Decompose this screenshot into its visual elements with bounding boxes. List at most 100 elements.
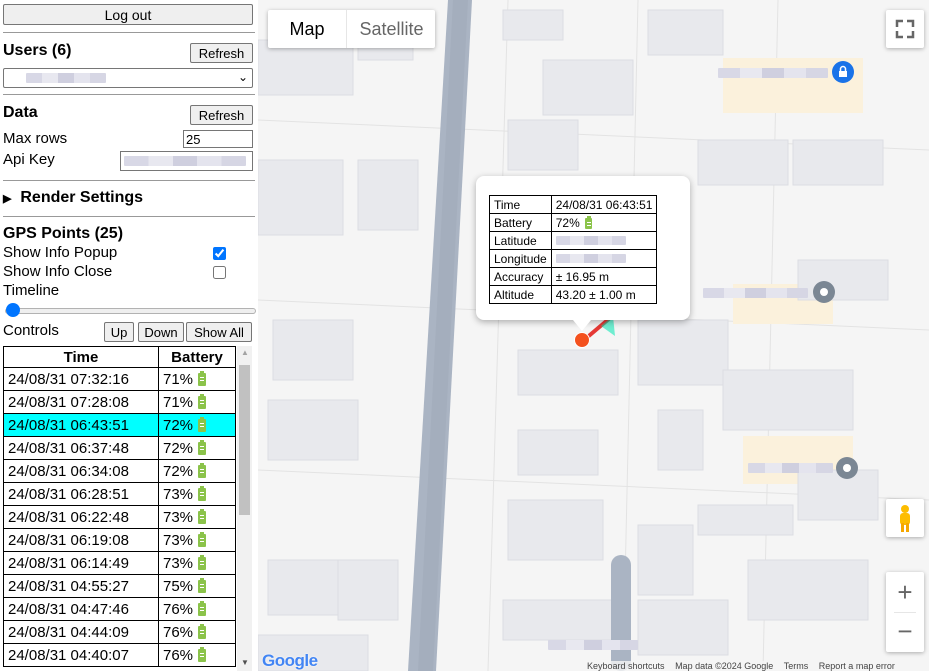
row-battery-cell[interactable]: 76% — [158, 643, 236, 667]
row-battery: 73% — [163, 485, 194, 503]
data-title: Data — [3, 104, 38, 121]
terms-link[interactable]: Terms — [784, 661, 809, 671]
row-battery-cell[interactable]: 73% — [158, 482, 236, 506]
table-row[interactable]: 24/08/31 06:19:08 73% — [3, 528, 236, 552]
popup-latitude-label: Latitude — [489, 231, 552, 250]
render-settings-toggle[interactable]: ▶ Render Settings — [3, 189, 143, 207]
zoom-out-icon[interactable]: − — [886, 612, 924, 652]
column-header-time[interactable]: Time — [3, 346, 159, 368]
timeline-slider[interactable] — [5, 303, 256, 317]
row-battery-cell[interactable]: 72% — [158, 459, 236, 483]
show-info-popup-checkbox[interactable] — [213, 247, 226, 260]
row-battery: 71% — [163, 370, 194, 388]
map-type-map-button[interactable]: Map — [268, 10, 346, 48]
divider — [3, 32, 255, 33]
table-row[interactable]: 24/08/31 06:28:51 73% — [3, 482, 236, 506]
row-battery-cell[interactable]: 73% — [158, 528, 236, 552]
table-row[interactable]: 24/08/31 06:43:51 72% — [3, 413, 236, 437]
row-time[interactable]: 24/08/31 06:37:48 — [3, 436, 159, 460]
map-data-attribution: Map data ©2024 Google — [675, 661, 774, 671]
logout-button[interactable]: Log out — [3, 4, 253, 25]
redacted-latitude — [555, 235, 626, 245]
zoom-in-icon[interactable]: + — [886, 572, 924, 612]
scrollbar-thumb[interactable] — [239, 365, 250, 515]
info-popup-table: Time 24/08/31 06:43:51 Battery 72% Latitud… — [489, 195, 658, 304]
battery-icon — [198, 462, 207, 478]
show-info-close-label: Show Info Close — [3, 263, 113, 280]
row-battery-cell[interactable]: 72% — [158, 413, 236, 437]
table-row[interactable]: 24/08/31 07:28:08 71% — [3, 390, 236, 414]
row-time[interactable]: 24/08/31 06:14:49 — [3, 551, 159, 575]
pegman-icon — [900, 505, 910, 532]
row-battery: 72% — [163, 416, 194, 434]
scroll-down-arrow-icon[interactable]: ▼ — [241, 658, 249, 667]
column-header-battery[interactable]: Battery — [158, 346, 236, 368]
row-battery: 75% — [163, 577, 194, 595]
row-time[interactable]: 24/08/31 07:32:16 — [3, 367, 159, 391]
map[interactable]: Map Satellite + − Google Keyboard shortc… — [258, 0, 929, 671]
max-rows-input[interactable] — [183, 130, 253, 148]
row-time[interactable]: 24/08/31 04:47:46 — [3, 597, 159, 621]
row-time[interactable]: 24/08/31 06:22:48 — [3, 505, 159, 529]
show-info-close-checkbox[interactable] — [213, 266, 226, 279]
table-row[interactable]: 24/08/31 04:55:27 75% — [3, 574, 236, 598]
render-settings-label: Render Settings — [20, 189, 144, 206]
table-row[interactable]: 24/08/31 04:40:07 76% — [3, 643, 236, 667]
users-title: Users (6) — [3, 42, 72, 59]
table-row[interactable]: 24/08/31 06:22:48 73% — [3, 505, 236, 529]
map-type-satellite-button[interactable]: Satellite — [346, 10, 436, 48]
row-battery-cell[interactable]: 75% — [158, 574, 236, 598]
user-select[interactable]: ⌄ — [3, 68, 253, 88]
row-battery-cell[interactable]: 76% — [158, 597, 236, 621]
row-time[interactable]: 24/08/31 06:34:08 — [3, 459, 159, 483]
street-view-pegman[interactable] — [886, 499, 924, 537]
report-map-error-link[interactable]: Report a map error — [819, 661, 895, 671]
redacted-user — [26, 73, 106, 83]
row-time[interactable]: 24/08/31 06:19:08 — [3, 528, 159, 552]
battery-icon — [198, 485, 207, 501]
battery-icon — [198, 508, 207, 524]
popup-time-label: Time — [489, 195, 552, 214]
row-battery-cell[interactable]: 73% — [158, 551, 236, 575]
up-button[interactable]: Up — [104, 322, 134, 342]
place-marker-icon[interactable] — [836, 457, 858, 479]
slider-thumb[interactable] — [6, 303, 20, 317]
row-time[interactable]: 24/08/31 06:43:51 — [3, 413, 159, 437]
api-key-input[interactable] — [120, 151, 253, 171]
battery-icon — [198, 531, 207, 547]
popup-altitude-value: 43.20 ± 1.00 m — [550, 285, 658, 304]
table-row[interactable]: 24/08/31 06:34:08 72% — [3, 459, 236, 483]
place-marker-icon[interactable] — [813, 281, 835, 303]
row-battery: 76% — [163, 600, 194, 618]
row-time[interactable]: 24/08/31 04:44:09 — [3, 620, 159, 644]
table-row[interactable]: 24/08/31 04:44:09 76% — [3, 620, 236, 644]
battery-icon — [198, 623, 207, 639]
gps-point-marker[interactable] — [574, 332, 590, 348]
row-battery: 71% — [163, 393, 194, 411]
lock-poi-icon[interactable] — [832, 61, 854, 83]
fullscreen-button[interactable] — [886, 10, 924, 48]
row-battery-cell[interactable]: 76% — [158, 620, 236, 644]
data-refresh-button[interactable]: Refresh — [190, 105, 253, 125]
table-row[interactable]: 24/08/31 07:32:16 71% — [3, 367, 236, 391]
row-time[interactable]: 24/08/31 07:28:08 — [3, 390, 159, 414]
row-battery: 76% — [163, 646, 194, 664]
table-row[interactable]: 24/08/31 06:37:48 72% — [3, 436, 236, 460]
row-battery-cell[interactable]: 72% — [158, 436, 236, 460]
row-battery-cell[interactable]: 71% — [158, 390, 236, 414]
popup-accuracy-label: Accuracy — [489, 267, 552, 286]
row-time[interactable]: 24/08/31 04:40:07 — [3, 643, 159, 667]
keyboard-shortcuts-link[interactable]: Keyboard shortcuts — [587, 661, 665, 671]
down-button[interactable]: Down — [138, 322, 184, 342]
controls-label: Controls — [3, 322, 59, 339]
timeline-label: Timeline — [3, 282, 60, 299]
row-battery-cell[interactable]: 73% — [158, 505, 236, 529]
show-all-button[interactable]: Show All — [186, 322, 252, 342]
row-time[interactable]: 24/08/31 04:55:27 — [3, 574, 159, 598]
row-time[interactable]: 24/08/31 06:28:51 — [3, 482, 159, 506]
row-battery-cell[interactable]: 71% — [158, 367, 236, 391]
scroll-up-arrow-icon[interactable]: ▲ — [241, 348, 249, 357]
users-refresh-button[interactable]: Refresh — [190, 43, 253, 63]
table-row[interactable]: 24/08/31 06:14:49 73% — [3, 551, 236, 575]
table-row[interactable]: 24/08/31 04:47:46 76% — [3, 597, 236, 621]
